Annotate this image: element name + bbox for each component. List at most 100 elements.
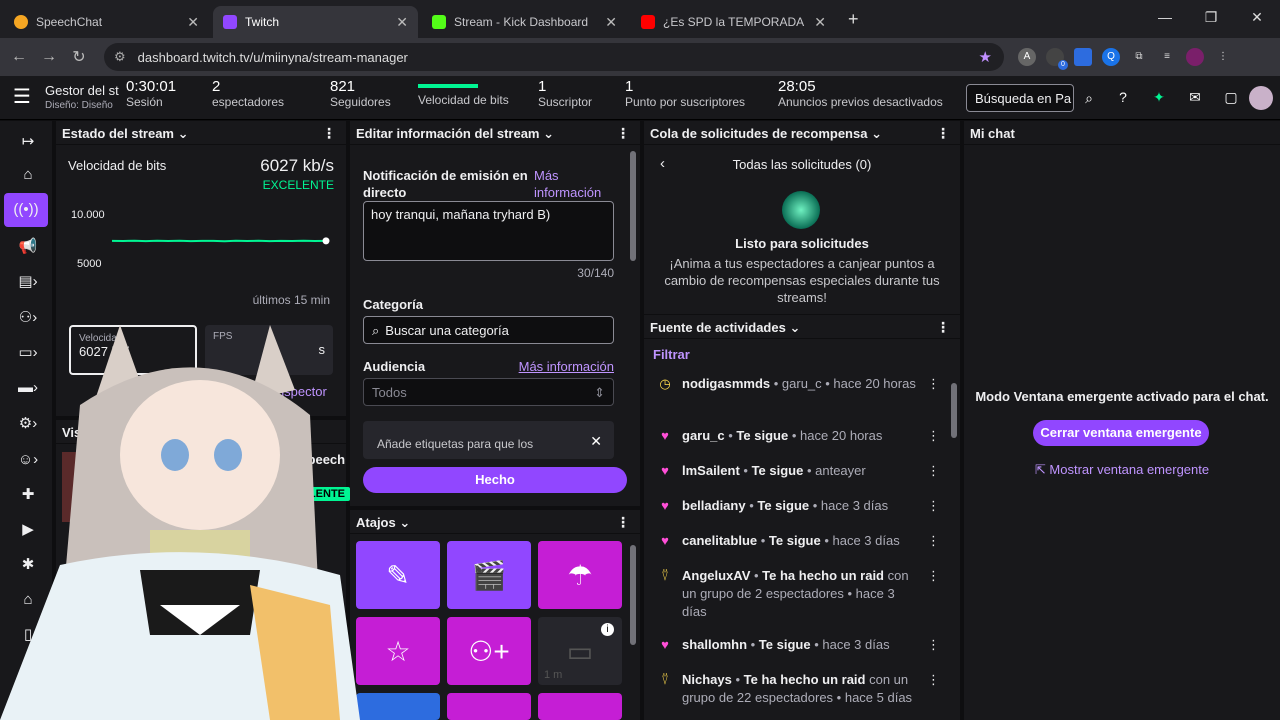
- activity-user[interactable]: Nichays: [682, 672, 732, 687]
- category-search-input[interactable]: ⌕ Buscar una categoría: [363, 316, 614, 344]
- close-tab-icon[interactable]: ✕: [814, 14, 826, 31]
- shortcut-tile-blue[interactable]: [356, 693, 440, 720]
- shortcut-tile-magenta[interactable]: [447, 693, 531, 720]
- bookmark-star-icon[interactable]: ★: [979, 48, 992, 66]
- inbox-icon[interactable]: ✉: [1184, 86, 1206, 108]
- clip-shortcut[interactable]: 🎬: [447, 541, 531, 609]
- more-options-icon[interactable]: ⋮: [927, 636, 940, 654]
- activity-item[interactable]: ♥ lmSailent • Te sigue • anteayer ⋮: [656, 462, 946, 480]
- activity-feed-panel: Fuente de actividades ⌄ ⋮ Filtrar ◷ nodig…: [644, 315, 960, 720]
- show-popout-link[interactable]: ⇱ Mostrar ventana emergente: [964, 462, 1280, 478]
- activity-user[interactable]: AngeluxAV: [682, 568, 750, 583]
- promote-icon[interactable]: 📢: [14, 234, 42, 260]
- media-icon[interactable]: ≡: [1158, 48, 1176, 66]
- browser-tab-kick[interactable]: Stream - Kick Dashboard ✕: [422, 6, 627, 38]
- scrollbar-thumb[interactable]: [630, 545, 636, 645]
- close-icon[interactable]: ✕: [590, 433, 602, 450]
- search-input[interactable]: Búsqueda en Pa: [966, 84, 1074, 112]
- close-tab-icon[interactable]: ✕: [605, 14, 617, 31]
- activity-item[interactable]: ⍢ Nichays • Te ha hecho un raid con un gr…: [656, 671, 946, 707]
- translate-extension-icon[interactable]: [1074, 48, 1092, 66]
- minimize-icon[interactable]: —: [1142, 9, 1188, 25]
- address-bar[interactable]: ⚙ dashboard.twitch.tv/u/miinyna/stream-m…: [104, 43, 1004, 71]
- activity-item[interactable]: ♥ garu_c • Te sigue • hace 20 horas ⋮: [656, 427, 946, 445]
- browser-tab-speechchat[interactable]: SpeechChat ✕: [4, 6, 209, 38]
- close-tab-icon[interactable]: ✕: [396, 14, 408, 31]
- more-options-icon[interactable]: ⋮: [936, 319, 950, 336]
- ad-shortcut-disabled[interactable]: ▭ 1 m i: [538, 617, 622, 685]
- close-popout-button[interactable]: Cerrar ventana emergente: [1033, 420, 1209, 446]
- shortcut-tile-magenta-2[interactable]: [538, 693, 622, 720]
- menu-icon[interactable]: ⋮: [1214, 48, 1232, 66]
- analytics-icon[interactable]: ▤›: [14, 269, 42, 295]
- rewards-shortcut[interactable]: ☆: [356, 617, 440, 685]
- edit-stream-info-shortcut[interactable]: ✎: [356, 541, 440, 609]
- panel-header: Mi chat: [964, 121, 1280, 145]
- chevron-down-icon[interactable]: ⌄: [178, 126, 189, 141]
- forward-icon[interactable]: →: [34, 48, 64, 66]
- chevron-down-icon[interactable]: ⌄: [399, 515, 410, 530]
- more-options-icon[interactable]: ⋮: [927, 532, 940, 550]
- activity-item[interactable]: ♥ shallomhn • Te sigue • hace 3 días ⋮: [656, 636, 946, 654]
- activity-user[interactable]: canelitablue: [682, 533, 757, 548]
- info-icon[interactable]: i: [601, 623, 614, 636]
- notification-more-info-link[interactable]: Más información: [534, 167, 614, 201]
- activity-item[interactable]: ♥ belladiany • Te sigue • hace 3 días ⋮: [656, 497, 946, 515]
- hamburger-menu-icon[interactable]: ☰: [10, 86, 34, 110]
- filter-button[interactable]: Filtrar: [653, 347, 690, 362]
- activity-item[interactable]: ♥ canelitablue • Te sigue • hace 3 días ⋮: [656, 532, 946, 550]
- collapse-icon[interactable]: ↦: [14, 129, 42, 155]
- search-extension-icon[interactable]: Q: [1102, 48, 1120, 66]
- done-button[interactable]: Hecho: [363, 467, 627, 493]
- search-icon[interactable]: ⌕: [1075, 84, 1103, 112]
- help-icon[interactable]: ?: [1112, 86, 1134, 108]
- back-icon[interactable]: ←: [4, 48, 34, 66]
- stream-manager-icon[interactable]: ((•)): [4, 193, 48, 227]
- profile-icon[interactable]: [1186, 48, 1204, 66]
- home-icon[interactable]: ⌂: [14, 162, 42, 188]
- activity-user[interactable]: lmSailent: [682, 463, 740, 478]
- audience-more-info-link[interactable]: Más información: [519, 359, 614, 374]
- more-options-icon[interactable]: ⋮: [927, 375, 940, 393]
- more-options-icon[interactable]: ⋮: [927, 497, 940, 515]
- chevron-down-icon[interactable]: ⌄: [789, 320, 800, 335]
- more-options-icon[interactable]: ⋮: [927, 567, 940, 585]
- add-user-shortcut[interactable]: ⚇+: [447, 617, 531, 685]
- scrollbar-thumb[interactable]: [630, 151, 636, 261]
- audience-select[interactable]: Todos ⇕: [363, 378, 614, 406]
- youtube-favicon-icon: [641, 15, 655, 29]
- more-options-icon[interactable]: ⋮: [936, 125, 950, 142]
- close-window-icon[interactable]: ✕: [1234, 9, 1280, 26]
- more-options-icon[interactable]: ⋮: [927, 427, 940, 445]
- puzzle-icon[interactable]: ⧉: [1130, 48, 1148, 66]
- restore-icon[interactable]: ❐: [1188, 9, 1234, 26]
- activity-user[interactable]: shallomhn: [682, 637, 747, 652]
- sparkle-icon[interactable]: ✦: [1148, 86, 1170, 108]
- activity-item[interactable]: ◷ nodigasmmds • garu_c • hace 20 horas ⋮: [656, 375, 946, 393]
- chevron-down-icon[interactable]: ⌄: [871, 126, 882, 141]
- airdrop-shortcut[interactable]: ☂: [538, 541, 622, 609]
- activity-user[interactable]: nodigasmmds: [682, 376, 770, 391]
- adblock-extension-icon[interactable]: A: [1018, 48, 1036, 66]
- browser-tab-youtube[interactable]: ¿Es SPD la TEMPORADA PERFEC ✕: [631, 6, 836, 38]
- user-avatar[interactable]: [1249, 86, 1273, 110]
- close-tab-icon[interactable]: ✕: [187, 14, 199, 31]
- activity-user[interactable]: garu_c: [682, 428, 725, 443]
- whispers-icon[interactable]: ▢: [1220, 86, 1242, 108]
- more-options-icon[interactable]: ⋮: [927, 462, 940, 480]
- more-options-icon[interactable]: ⋮: [322, 125, 336, 142]
- activity-user[interactable]: belladiany: [682, 498, 746, 513]
- panel-title: Editar información del stream: [356, 126, 540, 141]
- extension-badge-icon[interactable]: 0: [1046, 48, 1068, 70]
- new-tab-icon[interactable]: +: [848, 9, 859, 30]
- notification-textarea[interactable]: hoy tranqui, mañana tryhard B): [363, 201, 614, 261]
- more-options-icon[interactable]: ⋮: [616, 514, 630, 531]
- browser-tab-twitch[interactable]: Twitch ✕: [213, 6, 418, 38]
- site-info-icon[interactable]: ⚙: [114, 49, 126, 65]
- reload-icon[interactable]: ↻: [64, 47, 94, 67]
- chevron-down-icon[interactable]: ⌄: [543, 126, 554, 141]
- more-options-icon[interactable]: ⋮: [616, 125, 630, 142]
- more-options-icon[interactable]: ⋮: [927, 671, 940, 689]
- activity-item[interactable]: ⍢ AngeluxAV • Te ha hecho un raid con un …: [656, 567, 946, 621]
- scrollbar-thumb[interactable]: [951, 383, 957, 438]
